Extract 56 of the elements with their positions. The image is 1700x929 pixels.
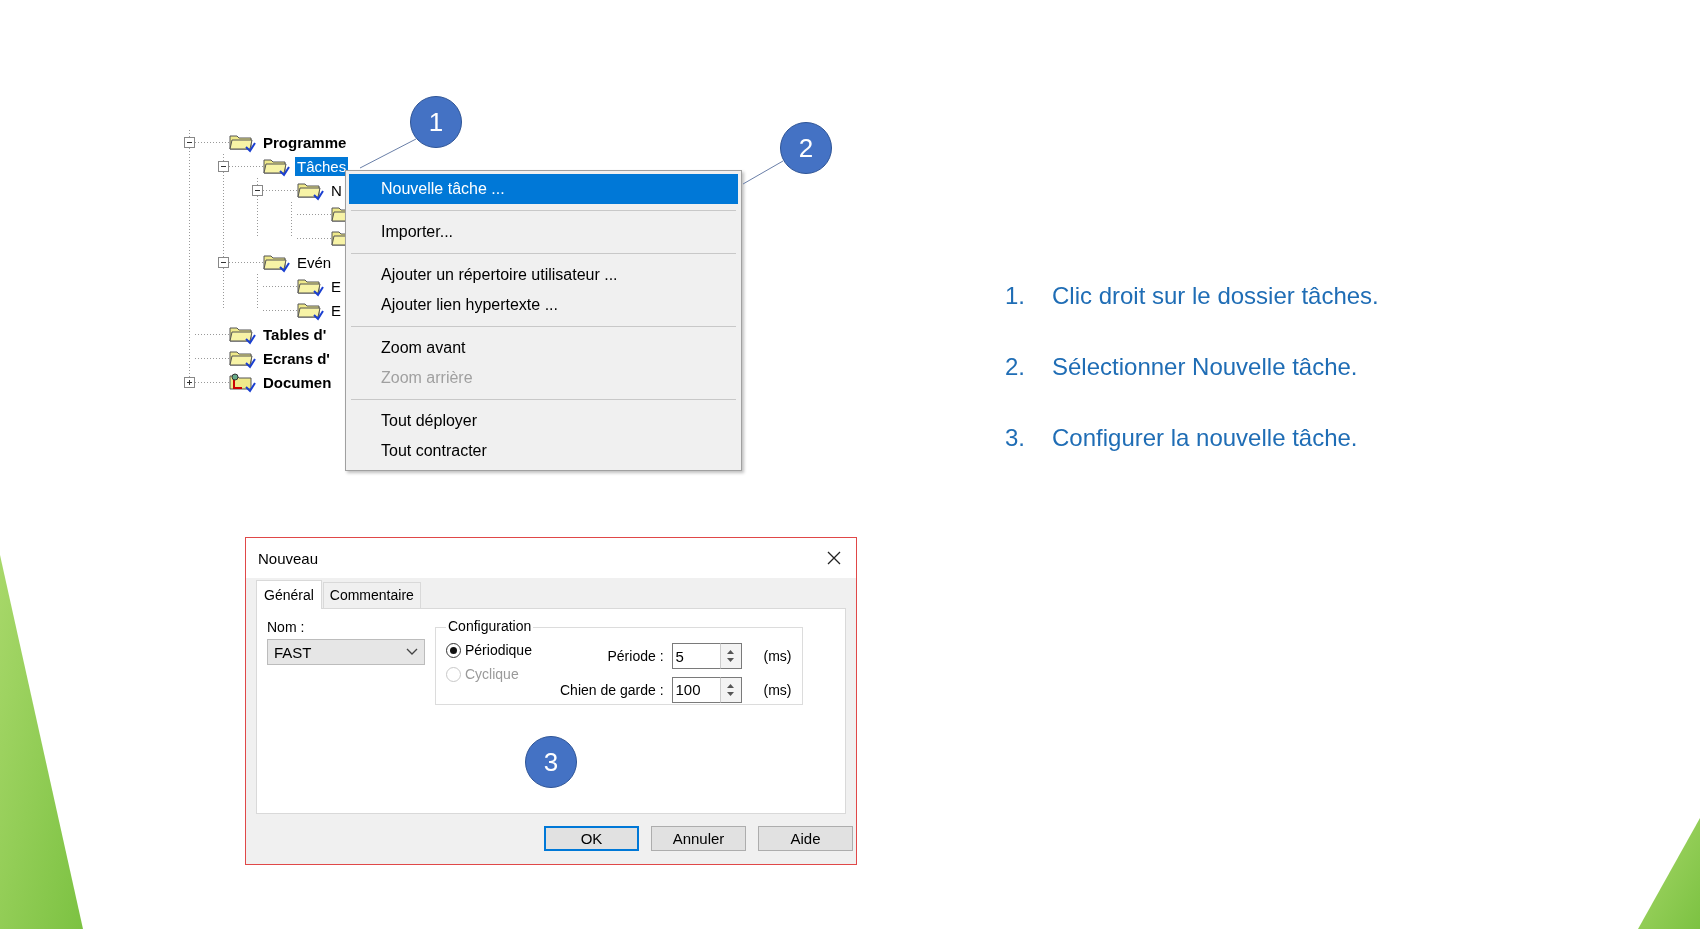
tree-item[interactable]: N [329,180,344,200]
menu-item[interactable]: Zoom avant [349,333,738,363]
minus-icon[interactable] [218,160,229,172]
minus-icon[interactable] [252,184,263,196]
tab[interactable]: Commentaire [322,582,421,608]
tree-item[interactable]: Tâches [295,156,349,176]
tree-item[interactable]: Tables d' [261,324,329,344]
unit-label: (ms) [763,648,792,665]
minus-icon[interactable] [184,136,195,148]
close-icon [826,550,842,566]
step-text: Configurer la nouvelle tâche. [1052,423,1358,452]
step-text: Clic droit sur le dossier tâches. [1052,281,1379,310]
step-text: Sélectionner Nouvelle tâche. [1052,352,1358,381]
unit-label: (ms) [763,681,792,698]
menu-item[interactable]: Tout contracter [349,436,738,466]
dialog-button[interactable]: OK [544,826,639,851]
menu-item[interactable]: Importer... [349,217,738,247]
number-field[interactable]: 5 [671,643,720,670]
up-down-arrows-icon [726,682,736,697]
menu-item[interactable]: Ajouter un répertoire utilisateur ... [349,260,738,290]
radio-option[interactable]: Périodique [446,642,556,658]
menu-item[interactable]: Tout déployer [349,406,738,436]
tree-item[interactable]: Evén [295,252,334,272]
tree-item[interactable]: E [329,300,343,320]
number-field[interactable]: 100 [671,676,720,703]
up-down-arrows-icon [726,649,736,664]
name-dropdown[interactable]: FAST [267,639,425,665]
spin-button[interactable] [719,676,742,703]
plus-icon[interactable] [184,376,195,388]
radio-option: Cyclique [446,666,556,682]
tree-item[interactable]: E [329,276,343,296]
leader-line [359,138,417,169]
group-title: Configuration [446,618,534,634]
tree-item[interactable]: Ecrans d' [261,348,332,368]
step-number: 1. [1005,281,1026,310]
field-label: Nom : [267,619,306,635]
minus-icon[interactable] [218,256,229,268]
spin-button[interactable] [719,643,742,670]
radio-button[interactable] [446,642,461,658]
chevron-down-icon [406,648,418,656]
dialog-button[interactable]: Annuler [651,826,746,851]
step-number: 3. [1005,423,1026,452]
field-label: Chien de garde : [560,681,664,698]
dialog-title: Nouveau [258,549,319,567]
menu-item[interactable]: Ajouter lien hypertexte ... [349,290,738,320]
menu-item[interactable]: Nouvelle tâche ... [349,174,738,204]
document-folder-icon [229,371,256,393]
tree-item[interactable]: Documen [261,372,334,392]
step-number: 2. [1005,352,1026,381]
tree-item[interactable]: Programme [261,132,349,152]
callout-number: 2 [780,122,832,174]
callout-number: 1 [410,96,462,148]
dialog-button[interactable]: Aide [758,826,853,851]
tab[interactable]: Général [256,580,322,609]
leader-line [742,160,784,185]
field-label: Période : [606,648,664,665]
